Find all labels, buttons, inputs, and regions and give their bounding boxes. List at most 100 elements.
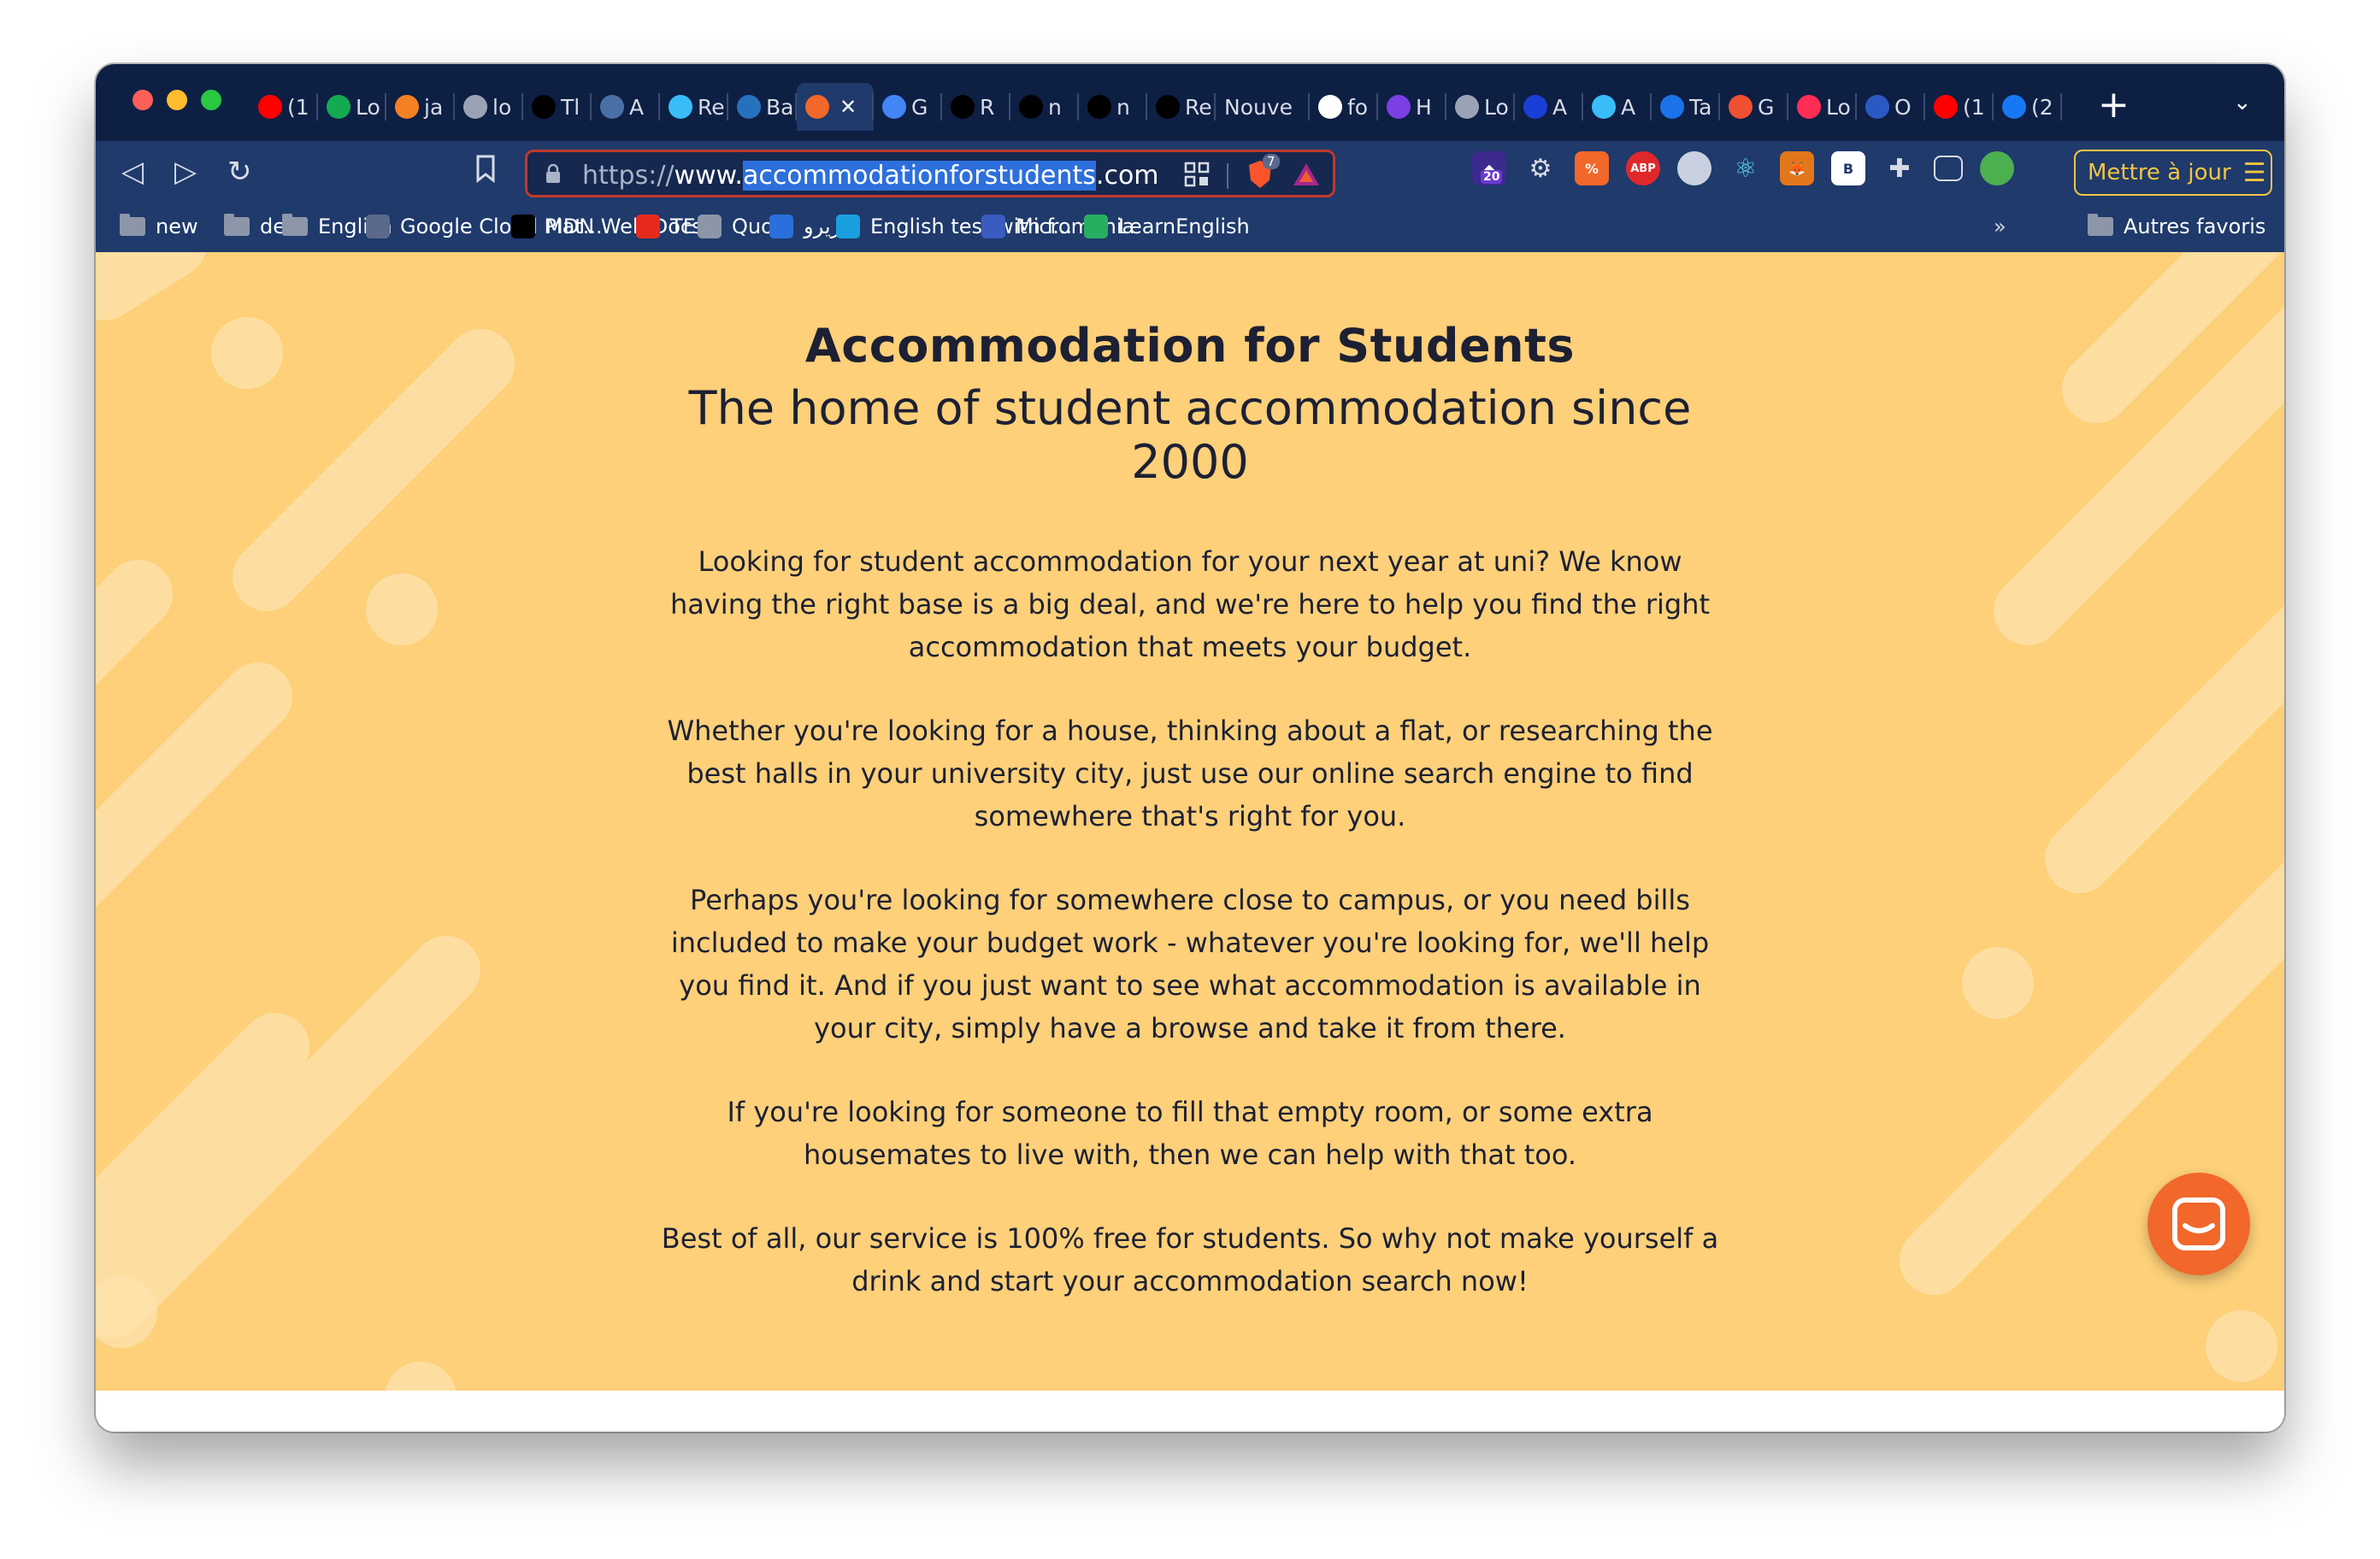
- close-window-button[interactable]: [133, 90, 153, 110]
- tab-3[interactable]: lo: [455, 83, 523, 131]
- youtube-icon: [258, 95, 282, 119]
- tab-label: (1: [1963, 94, 1985, 120]
- tab-label: Re: [1185, 94, 1212, 120]
- extension-icon[interactable]: ◆ 20: [1472, 151, 1506, 185]
- tab-label: Tl: [561, 94, 580, 120]
- shield-count-badge: 7: [1263, 154, 1280, 169]
- tab-24[interactable]: (1: [1925, 83, 1994, 131]
- tab-label: Nouve: [1224, 94, 1293, 120]
- close-tab-icon[interactable]: ✕: [839, 95, 857, 119]
- tab-label: Ba: [766, 94, 794, 120]
- globe-icon: [1455, 95, 1479, 119]
- tab-label: Lo: [1484, 94, 1509, 120]
- gt-icon: [600, 95, 624, 119]
- bookmarks-overflow-button[interactable]: »: [1994, 215, 2006, 238]
- tab-search-chevron-icon[interactable]: ⌄: [2233, 90, 2252, 115]
- cube-icon: [1865, 95, 1889, 119]
- avatar[interactable]: [1980, 151, 2014, 185]
- wallet-icon[interactable]: [1934, 156, 1963, 181]
- gcp-icon: [366, 215, 390, 238]
- puzzle-icon[interactable]: ✚: [1882, 151, 1917, 185]
- ef-icon: [836, 215, 860, 238]
- tab-0[interactable]: (1: [250, 83, 318, 131]
- brave-shield-icon[interactable]: 7: [1246, 154, 1280, 193]
- chat-launcher-button[interactable]: [2147, 1173, 2250, 1275]
- tab-label: (1: [287, 94, 309, 120]
- update-button[interactable]: Mettre à jour ☰: [2074, 150, 2272, 196]
- tab-label: G: [1758, 94, 1775, 120]
- notion-icon: [1087, 95, 1111, 119]
- globe-icon: [463, 95, 487, 119]
- tab-11[interactable]: n: [1010, 83, 1079, 131]
- tab-2[interactable]: ja: [386, 83, 455, 131]
- tab-14[interactable]: Nouve: [1216, 83, 1310, 131]
- intro-paragraph-3: Perhaps you're looking for somewhere clo…: [670, 884, 1710, 1044]
- b-extension-icon[interactable]: B: [1831, 151, 1865, 185]
- intro-paragraph-2: Whether you're looking for a house, thin…: [667, 715, 1713, 832]
- tab-19[interactable]: A: [1583, 83, 1652, 131]
- percent-extension-icon[interactable]: %: [1575, 151, 1609, 185]
- adblock-plus-icon[interactable]: ABP: [1626, 151, 1660, 185]
- metamask-icon[interactable]: 🦊: [1780, 151, 1814, 185]
- menu-icon: ☰: [2242, 157, 2266, 188]
- tab-10[interactable]: R: [942, 83, 1010, 131]
- folder-icon: [282, 214, 308, 236]
- page-title: Accommodation for Students: [804, 319, 1576, 373]
- github-icon: [1019, 95, 1043, 119]
- tailwind-icon: [1592, 95, 1616, 119]
- tab-5[interactable]: A: [592, 83, 660, 131]
- minimize-window-button[interactable]: [167, 90, 187, 110]
- tab-label: n: [1048, 94, 1062, 120]
- folder-icon: [120, 214, 145, 236]
- tab-1[interactable]: Lo: [318, 83, 386, 131]
- bookmarks-bar: » Autres favoris new dev English Google Clo…: [96, 204, 2284, 252]
- tab-18[interactable]: A: [1515, 83, 1583, 131]
- reload-button[interactable]: ↻: [227, 155, 252, 189]
- bookmark-label: new: [156, 215, 198, 238]
- translate-icon: [882, 95, 906, 119]
- powershell-icon: [737, 95, 761, 119]
- tab-20[interactable]: Ta: [1652, 83, 1720, 131]
- back-button[interactable]: ◁: [121, 155, 144, 189]
- qr-code-icon[interactable]: [1184, 162, 1210, 191]
- learnenglish-icon: [1084, 215, 1108, 238]
- tab-label: Lo: [356, 94, 380, 120]
- brave-rewards-icon[interactable]: [1292, 162, 1321, 191]
- other-bookmarks-folder[interactable]: Autres favoris: [2088, 214, 2265, 238]
- tab-21[interactable]: G: [1720, 83, 1788, 131]
- gear-icon[interactable]: ⚙: [1523, 151, 1558, 185]
- tab-25[interactable]: (2: [1994, 83, 2062, 131]
- lock-icon: [546, 163, 560, 183]
- tab-23[interactable]: O: [1857, 83, 1925, 131]
- mdn-icon: [511, 215, 535, 238]
- tab-13[interactable]: Re: [1147, 83, 1216, 131]
- shield-icon: [1387, 95, 1411, 119]
- bookmark-0[interactable]: new: [120, 214, 198, 238]
- circle-extension-icon[interactable]: [1677, 151, 1711, 185]
- tab-22[interactable]: Lo: [1788, 83, 1857, 131]
- zoom-window-button[interactable]: [201, 90, 221, 110]
- tab-label: A: [629, 94, 645, 120]
- tab-label: (2: [2031, 94, 2053, 120]
- tab-9[interactable]: G: [874, 83, 942, 131]
- tab-6[interactable]: Re: [660, 83, 728, 131]
- page-bottom-strip: [96, 1391, 2284, 1432]
- tab-8[interactable]: ✕: [797, 83, 874, 131]
- forward-button[interactable]: ▷: [174, 155, 197, 189]
- leaf-icon: [327, 95, 351, 119]
- new-tab-button[interactable]: +: [2098, 86, 2130, 124]
- bookmark-icon[interactable]: [475, 155, 496, 191]
- tab-label: fo: [1347, 94, 1369, 120]
- tab-16[interactable]: H: [1378, 83, 1446, 131]
- tab-7[interactable]: Ba: [728, 83, 797, 131]
- tab-12[interactable]: n: [1079, 83, 1147, 131]
- address-bar[interactable]: https://www.accommodationforstudents.com…: [525, 150, 1335, 197]
- react-devtools-icon[interactable]: ⚛: [1729, 151, 1763, 185]
- ted-icon: [636, 215, 660, 238]
- bookmark-10[interactable]: LearnEnglish: [1084, 215, 1250, 238]
- tab-4[interactable]: Tl: [523, 83, 592, 131]
- extension-badge: 20: [1481, 170, 1503, 184]
- tab-17[interactable]: Lo: [1446, 83, 1515, 131]
- tab-15[interactable]: fo: [1310, 83, 1378, 131]
- url-divider: [1227, 163, 1228, 189]
